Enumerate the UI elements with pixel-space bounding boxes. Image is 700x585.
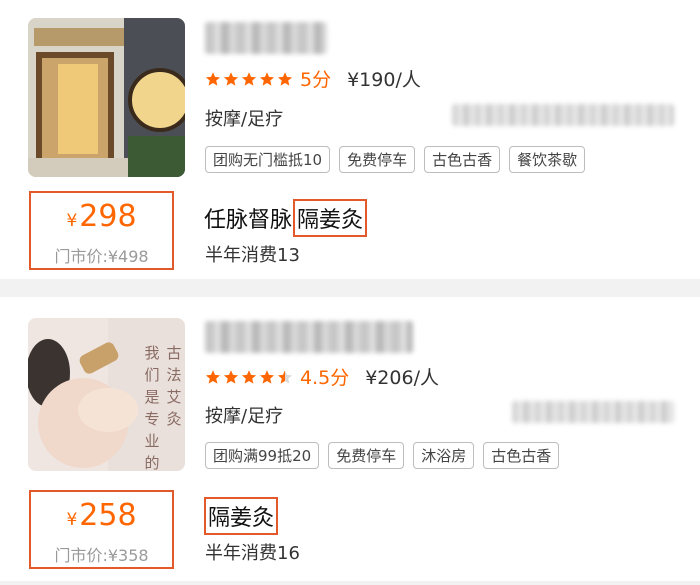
deal-title[interactable]: 任脉督脉 隔姜灸 — [204, 199, 368, 237]
avg-price-per-person: ¥206/人 — [365, 367, 439, 389]
shop-listing-card[interactable]: 古 法 艾 灸 我 们 是 专 业 的 4.5分 ¥206/人 按摩/足疗 团购… — [0, 297, 700, 581]
deal-price-value: 258 — [79, 498, 137, 533]
deal-title[interactable]: 隔姜灸 — [204, 497, 279, 535]
tag-list: 团购满99抵20 免费停车 沐浴房 古色古香 — [205, 442, 560, 469]
tag: 古色古香 — [483, 442, 560, 469]
image-text-10: 的 — [144, 454, 159, 471]
half-year-sales: 半年消费16 — [205, 543, 300, 564]
distance-blurred — [512, 401, 674, 423]
original-price: 门市价:¥498 — [54, 247, 149, 266]
avg-price-per-person: ¥190/人 — [347, 69, 421, 91]
star-icon — [259, 71, 275, 87]
shop-storefront-image — [28, 18, 185, 177]
tag: 古色古香 — [424, 146, 501, 173]
tag-list: 团购无门槛抵10 免费停车 古色古香 餐饮茶歇 — [205, 146, 586, 173]
shop-category: 按摩/足疗 — [205, 109, 284, 130]
deal-price: ¥298 — [31, 199, 172, 239]
star-icon — [223, 71, 239, 87]
tag: 团购满99抵20 — [205, 442, 320, 469]
image-text-2: 法 — [166, 366, 181, 384]
star-rating — [205, 71, 293, 87]
star-icon — [223, 369, 239, 385]
shop-category: 按摩/足疗 — [205, 406, 284, 427]
image-text-9: 业 — [144, 432, 159, 450]
star-rating — [205, 369, 293, 385]
tag: 团购无门槛抵10 — [205, 146, 331, 173]
deal-price-value: 298 — [79, 199, 137, 234]
half-year-sales: 半年消费13 — [205, 245, 300, 266]
image-text-8: 专 — [144, 410, 159, 428]
star-icon — [259, 369, 275, 385]
tag: 免费停车 — [328, 442, 405, 469]
shop-name-blurred[interactable] — [205, 22, 327, 54]
yen-symbol: ¥ — [66, 510, 78, 530]
deal-price: ¥258 — [31, 498, 172, 538]
star-icon — [277, 71, 293, 87]
original-price: 门市价:¥358 — [54, 546, 149, 565]
deal-title-highlight: 隔姜灸 — [293, 199, 368, 237]
half-star-icon — [277, 369, 293, 385]
deal-title-highlight: 隔姜灸 — [204, 497, 279, 535]
image-text-7: 是 — [144, 388, 159, 406]
deal-title-prefix: 任脉督脉 — [204, 208, 293, 233]
rating-row: 5分 ¥190/人 — [205, 65, 421, 92]
star-icon — [241, 369, 257, 385]
rating-score: 5分 — [300, 69, 332, 91]
image-text-5: 我 — [144, 344, 159, 362]
rating-score: 4.5分 — [300, 367, 350, 389]
image-text-3: 艾 — [166, 388, 181, 406]
image-text-1: 古 — [166, 344, 181, 362]
shop-photo[interactable]: 古 法 艾 灸 我 们 是 专 业 的 — [28, 318, 185, 471]
tag: 沐浴房 — [413, 442, 475, 469]
tag: 免费停车 — [339, 146, 416, 173]
image-text-4: 灸 — [166, 410, 181, 428]
shop-photo[interactable] — [28, 18, 185, 177]
yen-symbol: ¥ — [66, 211, 78, 231]
star-icon — [241, 71, 257, 87]
distance-blurred — [452, 104, 674, 126]
listing-divider — [0, 279, 700, 297]
rating-row: 4.5分 ¥206/人 — [205, 363, 439, 390]
shop-name-blurred[interactable] — [205, 321, 413, 353]
price-box[interactable]: ¥298 门市价:¥498 — [29, 191, 174, 270]
moxibustion-promo-image: 古 法 艾 灸 我 们 是 专 业 的 — [28, 318, 185, 471]
star-icon — [205, 71, 221, 87]
image-text-6: 们 — [144, 366, 159, 384]
price-box[interactable]: ¥258 门市价:¥358 — [29, 490, 174, 569]
shop-listing-card[interactable]: 5分 ¥190/人 按摩/足疗 团购无门槛抵10 免费停车 古色古香 餐饮茶歇 … — [0, 0, 700, 279]
star-icon — [205, 369, 221, 385]
tag: 餐饮茶歇 — [509, 146, 586, 173]
